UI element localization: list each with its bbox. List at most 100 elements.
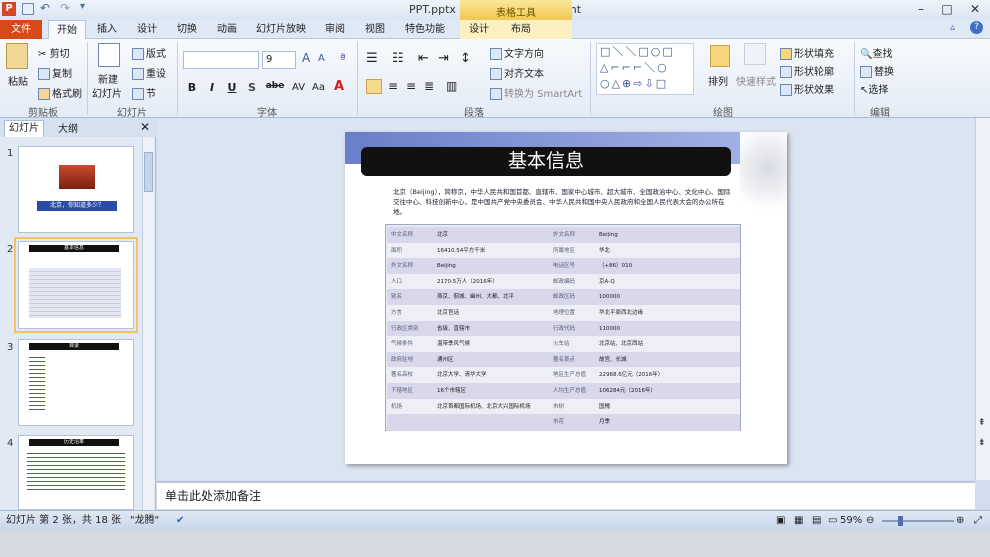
table-row[interactable]: 方言 北京官话 地理位置 华北平原西北边缘: [387, 305, 740, 322]
tab-file[interactable]: 文件: [0, 20, 42, 39]
shape-outline-button[interactable]: 形状轮廓: [780, 63, 834, 78]
new-slide-dropdown[interactable]: 幻灯片: [92, 85, 122, 100]
paste-button[interactable]: 粘贴: [8, 73, 28, 88]
slide-intro-text[interactable]: 北京（Beijing），简称京，中华人民共和国首都、直辖市、国家中心城市、超大城…: [393, 187, 733, 217]
zoom-slider-handle[interactable]: [898, 516, 903, 526]
next-slide-icon[interactable]: ⇟: [978, 438, 986, 448]
table-row[interactable]: 机场 北京首都国际机场、北京大兴国际机场 市树 国槐: [387, 398, 740, 416]
quick-styles-button[interactable]: 快速样式: [736, 73, 776, 88]
slideshow-icon[interactable]: ▭: [828, 511, 837, 531]
tab-review[interactable]: 审阅: [320, 20, 350, 39]
shapes-gallery[interactable]: □＼＼□○□ △⌐⌐⌐＼○ ○△⊕⇨⇩□: [596, 43, 694, 95]
panel-scrollbar[interactable]: [142, 138, 154, 510]
italic-button[interactable]: I: [204, 81, 220, 94]
increase-indent-icon[interactable]: ⇥: [438, 51, 449, 66]
zoom-in-icon[interactable]: ⊕: [956, 511, 964, 531]
font-name-combo[interactable]: [183, 51, 259, 69]
format-painter-button[interactable]: 格式刷: [38, 85, 82, 100]
quick-styles-icon[interactable]: [744, 43, 766, 65]
tab-special[interactable]: 特色功能: [400, 20, 450, 39]
justify-icon[interactable]: ≣: [424, 79, 434, 93]
select-button[interactable]: ↖选择: [860, 81, 888, 96]
find-button[interactable]: 🔍查找: [860, 45, 892, 60]
change-case-icon[interactable]: Aa: [312, 82, 325, 93]
new-slide-button[interactable]: 新建: [98, 71, 118, 86]
zoom-level[interactable]: 59%: [840, 511, 862, 531]
numbering-icon[interactable]: ☷: [392, 51, 404, 66]
columns-icon[interactable]: ▥: [446, 79, 457, 93]
main-scrollbar[interactable]: ⇞ ⇟: [975, 118, 990, 480]
align-center-icon[interactable]: ≡: [388, 79, 398, 93]
slide-sorter-icon[interactable]: ▦: [794, 511, 803, 531]
tab-table-design[interactable]: 设计: [464, 20, 494, 39]
text-direction-button[interactable]: 文字方向: [490, 45, 544, 60]
layout-button[interactable]: 版式: [132, 45, 166, 60]
tab-home[interactable]: 开始: [48, 20, 86, 39]
tab-table-layout[interactable]: 布局: [506, 20, 536, 39]
table-row[interactable]: 人口 2170.5万人（2016年） 邮政编码 京A-Q: [387, 273, 740, 291]
minimize-ribbon-icon[interactable]: ▵: [950, 22, 955, 33]
table-row[interactable]: 面积 16410.54平方千米 所属地区 华北: [387, 242, 740, 260]
new-slide-icon[interactable]: [98, 43, 120, 67]
arrange-icon[interactable]: [710, 45, 730, 67]
font-color-icon[interactable]: A: [334, 79, 344, 94]
table-row[interactable]: 著名高校 北京大学、清华大学 地区生产总值 22968.6亿元（2016年）: [387, 367, 740, 385]
font-size-combo[interactable]: 9: [262, 51, 296, 69]
scroll-thumb[interactable]: [144, 152, 153, 192]
table-row[interactable]: 政府驻地 通州区 著名景点 故宫、长城: [387, 351, 740, 369]
tab-transitions[interactable]: 切换: [172, 20, 202, 39]
bold-button[interactable]: B: [184, 81, 200, 94]
align-text-button[interactable]: 对齐文本: [490, 65, 544, 80]
bullets-icon[interactable]: ☰: [366, 51, 378, 66]
grow-font-icon[interactable]: A: [302, 51, 310, 65]
tab-design[interactable]: 设计: [132, 20, 162, 39]
slide-title[interactable]: 基本信息: [361, 147, 731, 176]
reading-view-icon[interactable]: ▤: [812, 511, 821, 531]
help-icon[interactable]: ?: [970, 21, 983, 34]
table-row[interactable]: 别名 燕京、蓟城、幽州、大都、北平 邮政区码 100000: [387, 289, 740, 307]
paste-icon[interactable]: [6, 43, 28, 69]
arrange-button[interactable]: 排列: [708, 73, 728, 88]
cut-button[interactable]: ✂ 剪切: [38, 45, 70, 60]
reset-button[interactable]: 重设: [132, 65, 166, 80]
copy-button[interactable]: 复制: [38, 65, 72, 80]
tab-insert[interactable]: 插入: [92, 20, 122, 39]
shape-effects-button[interactable]: 形状效果: [780, 81, 834, 96]
table-row[interactable]: 市花 月季: [387, 414, 740, 432]
minimize-icon[interactable]: –: [908, 0, 934, 18]
close-icon[interactable]: ✕: [960, 0, 990, 18]
previous-slide-icon[interactable]: ⇞: [978, 418, 986, 428]
slide-thumbnail-3[interactable]: 目录: [18, 339, 134, 426]
tab-view[interactable]: 视图: [360, 20, 390, 39]
normal-view-icon[interactable]: ▣: [776, 511, 785, 531]
slide-thumbnail-1[interactable]: 北京，你知道多少？: [18, 146, 134, 233]
close-panel-icon[interactable]: ✕: [140, 120, 150, 134]
table-row[interactable]: 行政区类别 省级、直辖市 行政代码 110000: [387, 320, 740, 338]
zoom-out-icon[interactable]: ⊖: [866, 511, 874, 531]
decrease-indent-icon[interactable]: ⇤: [418, 51, 429, 66]
spellcheck-icon[interactable]: ✔: [176, 511, 184, 531]
char-spacing-icon[interactable]: AV: [292, 82, 305, 93]
replace-button[interactable]: 替换: [860, 63, 894, 78]
slide-thumbnail-2[interactable]: 基本信息: [14, 237, 138, 333]
table-row[interactable]: 外文名称 Beijing 电话区号 （+86）010: [387, 258, 740, 276]
current-slide[interactable]: 基本信息 北京（Beijing），简称京，中华人民共和国首都、直辖市、国家中心城…: [345, 132, 787, 464]
table-row[interactable]: 气候条件 温带季风气候 火车站 北京站、北京西站: [387, 336, 740, 354]
shrink-font-icon[interactable]: A: [318, 53, 325, 64]
shape-fill-button[interactable]: 形状填充: [780, 45, 834, 60]
notes-pane[interactable]: 单击此处添加备注: [157, 481, 975, 509]
zoom-slider[interactable]: [882, 516, 954, 526]
line-spacing-icon[interactable]: ↕: [460, 51, 471, 66]
tab-slideshow[interactable]: 幻灯片放映: [252, 20, 310, 39]
strikethrough-button[interactable]: abe: [264, 81, 286, 91]
table-row[interactable]: 下辖地区 16个市辖区 人均生产总值 106284元（2016年）: [387, 383, 740, 400]
clear-format-icon[interactable]: ª: [340, 51, 346, 65]
smartart-button[interactable]: 转换为 SmartArt: [490, 85, 582, 100]
underline-button[interactable]: U: [224, 81, 240, 94]
info-table[interactable]: 中文名称 北京 外文名称 Beijing 面积 16410.54平方千米 所属地区 华北 外文名…: [385, 224, 741, 432]
slide-thumbnail-4[interactable]: 历史沿革: [18, 435, 134, 510]
section-button[interactable]: 节: [132, 85, 156, 100]
tab-slides[interactable]: 幻灯片: [4, 120, 44, 137]
tab-outline[interactable]: 大纲: [58, 120, 78, 135]
shadow-button[interactable]: S: [244, 81, 260, 94]
